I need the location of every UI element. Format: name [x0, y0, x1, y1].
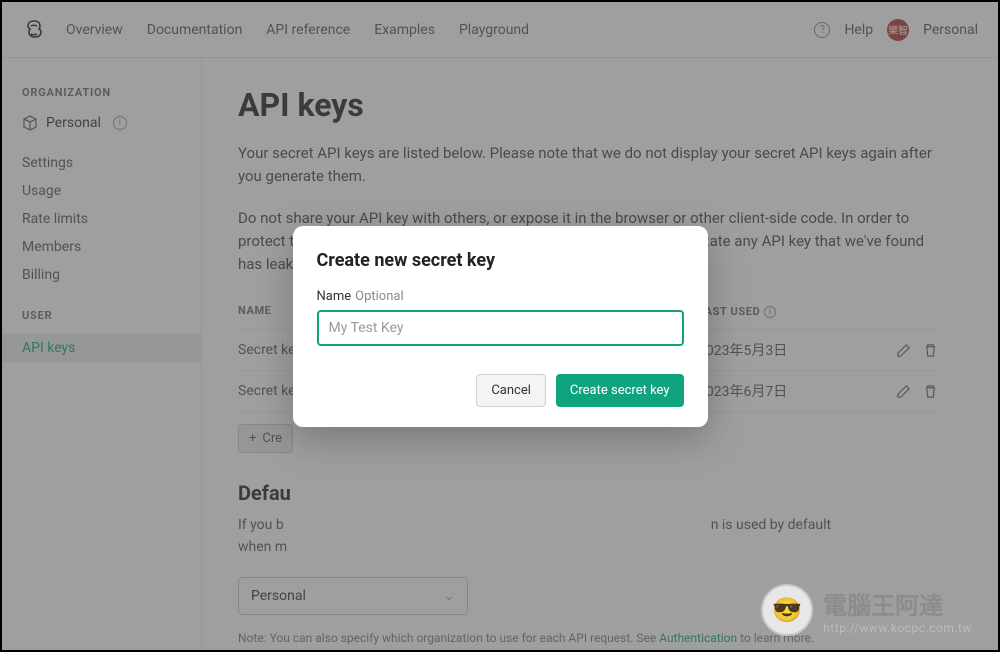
create-key-modal: Create new secret key NameOptional Cance… [293, 226, 708, 427]
name-label: NameOptional [317, 289, 684, 304]
modal-title: Create new secret key [317, 250, 684, 271]
key-name-input[interactable] [317, 310, 684, 346]
create-secret-key-button[interactable]: Create secret key [556, 374, 684, 407]
modal-overlay[interactable]: Create new secret key NameOptional Cance… [2, 2, 998, 650]
cancel-button[interactable]: Cancel [476, 374, 546, 407]
